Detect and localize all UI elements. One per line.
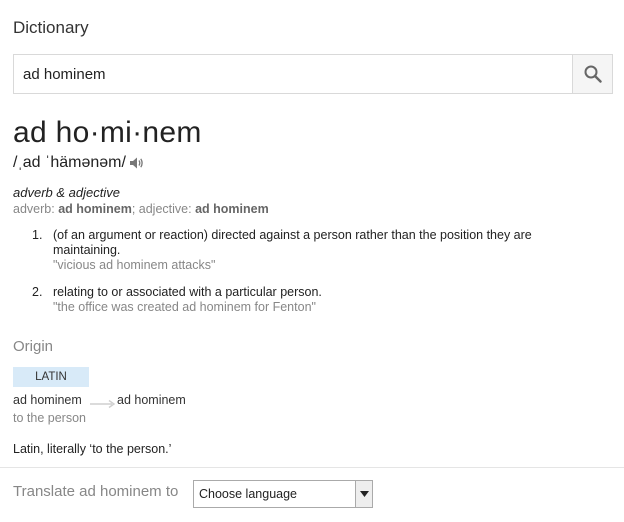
definition-example: "vicious ad hominem attacks" (53, 258, 216, 272)
pronunciation-text: /ˌad ˈhämənəm/ (13, 154, 126, 171)
origin-language-badge: LATIN (13, 367, 89, 387)
search-input[interactable] (14, 55, 572, 93)
chevron-down-icon[interactable] (355, 481, 372, 507)
definition-text: relating to or associated with a particu… (53, 285, 322, 299)
language-select[interactable]: Choose language (193, 480, 373, 508)
headword: ad ho·mi·nem (13, 116, 202, 149)
search-button[interactable] (572, 55, 612, 93)
search-icon (584, 65, 602, 83)
page-title: Dictionary (13, 18, 89, 37)
search-box (13, 54, 613, 94)
definition-text: (of an argument or reaction) directed ag… (53, 228, 532, 257)
arrow-right-icon (90, 396, 116, 414)
etymology-gloss: to the person (13, 411, 86, 425)
definition-number: 1. (32, 228, 43, 242)
adverb-value: ad hominem (58, 202, 132, 216)
pronunciation-line: /ˌad ˈhämənəm/ (13, 154, 144, 172)
origin-note: Latin, literally ‘to the person.’ (13, 442, 172, 456)
translate-label: Translate ad hominem to (13, 483, 179, 500)
language-select-value: Choose language (199, 487, 297, 501)
definition-number: 2. (32, 285, 43, 299)
part-of-speech: adverb & adjective (13, 185, 120, 200)
speaker-icon[interactable] (129, 156, 144, 170)
adverb-label: adverb: (13, 202, 55, 216)
forms-separator: ; (131, 202, 136, 216)
adjective-label: adjective: (138, 202, 192, 216)
etymology-source-word: ad hominem (13, 393, 82, 407)
word-forms: adverb: ad hominem; adjective: ad homine… (13, 202, 269, 216)
etymology-target-word: ad hominem (117, 393, 186, 407)
definition-example: "the office was created ad hominem for F… (53, 300, 316, 314)
divider (0, 467, 624, 468)
origin-heading: Origin (13, 338, 54, 355)
adjective-value: ad hominem (195, 202, 269, 216)
